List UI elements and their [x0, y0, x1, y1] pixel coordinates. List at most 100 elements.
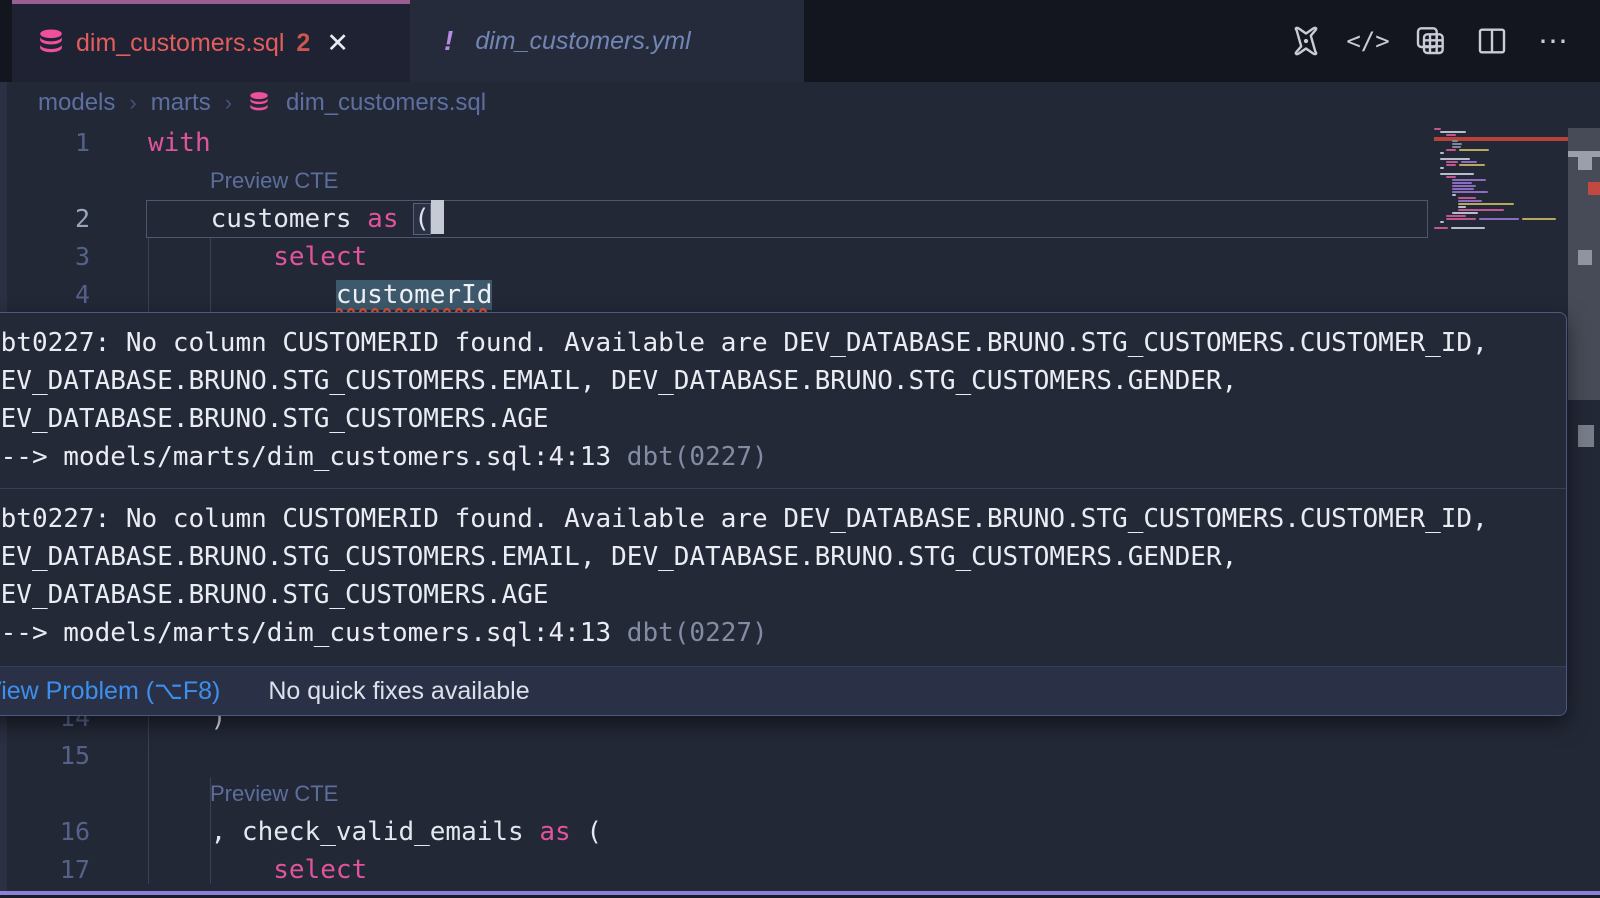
minimap-code-line — [1440, 221, 1444, 223]
minimap-code-line — [1452, 191, 1488, 193]
minimap-code-line — [1434, 128, 1441, 130]
overview-ruler-error-mark — [1588, 182, 1600, 195]
minimap-code-line — [1452, 182, 1472, 184]
code-line: 1 with — [0, 124, 1600, 162]
minimap-code-line — [1446, 134, 1456, 136]
line-number: 4 — [0, 276, 90, 314]
query-results-icon[interactable] — [1412, 23, 1448, 59]
minimap-code-line — [1522, 218, 1556, 220]
minimap-code-line — [1440, 167, 1444, 169]
diagnostic-message: dbt0227: No column CUSTOMERID found. Ava… — [0, 313, 1566, 488]
minimap-code-line — [1440, 131, 1466, 133]
compile-code-icon[interactable]: </> — [1350, 23, 1386, 59]
minimap-code-line — [1440, 152, 1444, 154]
minimap[interactable] — [1434, 128, 1568, 258]
overview-ruler-mark — [1578, 250, 1592, 265]
split-editor-icon[interactable] — [1474, 23, 1510, 59]
minimap-code-line — [1452, 212, 1478, 214]
minimap-code-line — [1451, 227, 1485, 229]
text-cursor — [431, 200, 444, 234]
tab-problems-badge: 2 — [296, 29, 310, 58]
code-text[interactable]: customers as ( — [148, 200, 444, 238]
more-actions-icon[interactable]: ⋯ — [1536, 23, 1572, 59]
breadcrumb-marts[interactable]: marts — [151, 89, 211, 117]
minimap-code-line — [1479, 218, 1519, 220]
minimap-code-line — [1434, 227, 1448, 229]
minimap-code-line — [1446, 164, 1456, 166]
overview-ruler-mark — [1578, 425, 1594, 447]
line-number: 1 — [0, 124, 90, 162]
breadcrumb: models › marts › dim_customers.sql — [38, 82, 486, 124]
line-number: 2 — [0, 200, 90, 238]
tab-dim-customers-yml[interactable]: ! dim_customers.yml — [410, 0, 804, 82]
problem-hover-tooltip: dbt0227: No column CUSTOMERID found. Ava… — [0, 312, 1567, 716]
diagnostic-message: dbt0227: No column CUSTOMERID found. Ava… — [0, 489, 1566, 664]
breadcrumb-models[interactable]: models — [38, 89, 115, 117]
minimap-code-line — [1458, 200, 1482, 202]
minimap-code-line — [1452, 143, 1462, 145]
indent-guide — [210, 238, 211, 312]
tab-dim-customers-sql[interactable]: dim_customers.sql 2 ✕ — [12, 0, 410, 82]
line-number: 15 — [0, 737, 90, 775]
minimap-code-line — [1452, 146, 1461, 148]
minimap-code-line — [1458, 209, 1504, 211]
code-line: 2 customers as ( — [0, 200, 1600, 238]
indent-guide — [210, 777, 211, 884]
code-text[interactable]: select — [148, 851, 367, 889]
tab-bar: dim_customers.sql 2 ✕ ! dim_customers.ym… — [0, 0, 1600, 82]
minimap-code-line — [1461, 161, 1477, 163]
minimap-code-line — [1452, 140, 1458, 142]
minimap-code-line — [1458, 203, 1514, 205]
tab-title: dim_customers.yml — [475, 27, 690, 56]
code-text[interactable]: select — [148, 238, 367, 276]
code-text[interactable]: , check_valid_emails as ( — [148, 813, 602, 851]
code-line: 15 — [0, 737, 1600, 775]
code-lens-row: Preview CTE — [0, 162, 1600, 200]
indent-guide — [148, 238, 149, 312]
chevron-right-icon: › — [129, 90, 136, 116]
editor-window: dim_customers.sql 2 ✕ ! dim_customers.ym… — [0, 0, 1600, 898]
view-problem-link[interactable]: View Problem (⌥F8) — [0, 676, 220, 706]
indent-guide — [148, 699, 149, 884]
database-icon — [249, 91, 270, 115]
minimap-code-line — [1452, 188, 1474, 190]
code-lens-preview-cte[interactable]: Preview CTE — [210, 775, 338, 813]
hover-diagnostics: dbt0227: No column CUSTOMERID found. Ava… — [0, 313, 1566, 664]
no-quick-fixes-label: No quick fixes available — [268, 677, 529, 706]
line-number: 16 — [0, 813, 90, 851]
minimap-code-line — [1440, 158, 1470, 160]
minimap-code-line — [1459, 149, 1489, 151]
tab-title: dim_customers.sql — [76, 29, 284, 58]
minimap-code-line — [1452, 194, 1456, 196]
editor-actions: </> ⋯ — [1288, 0, 1572, 82]
code-lens-row: Preview CTE — [0, 775, 1600, 813]
minimap-code-line — [1446, 218, 1476, 220]
hover-status-bar: View Problem (⌥F8) No quick fixes availa… — [0, 666, 1566, 715]
line-number: 3 — [0, 238, 90, 276]
diagnostic-code: dbt(0227) — [627, 618, 768, 648]
minimap-code-line — [1446, 176, 1456, 178]
minimap-code-line — [1446, 149, 1456, 151]
breadcrumb-file[interactable]: dim_customers.sql — [286, 89, 486, 117]
warning-icon: ! — [444, 25, 453, 57]
dbt-logo-icon[interactable] — [1288, 23, 1324, 59]
minimap-code-line — [1459, 164, 1485, 166]
minimap-code-line — [1458, 197, 1476, 199]
minimap-code-line — [1446, 161, 1458, 163]
close-icon[interactable]: ✕ — [326, 30, 349, 57]
minimap-code-line — [1446, 215, 1466, 217]
code-line: 16 , check_valid_emails as ( — [0, 813, 1600, 851]
overview-ruler-mark — [1578, 157, 1592, 170]
minimap-code-line — [1440, 173, 1474, 175]
code-lens-preview-cte[interactable]: Preview CTE — [210, 162, 338, 200]
diagnostic-code: dbt(0227) — [627, 442, 768, 472]
code-line: 17 select — [0, 851, 1600, 889]
minimap-code-line — [1452, 185, 1476, 187]
chevron-right-icon: › — [225, 90, 232, 116]
database-icon — [38, 28, 64, 58]
code-line: 3 select — [0, 238, 1600, 276]
minimap-code-line — [1458, 206, 1466, 208]
code-line: 4 customerId — [0, 276, 1600, 314]
line-number: 17 — [0, 851, 90, 889]
code-text[interactable]: with — [148, 124, 211, 162]
